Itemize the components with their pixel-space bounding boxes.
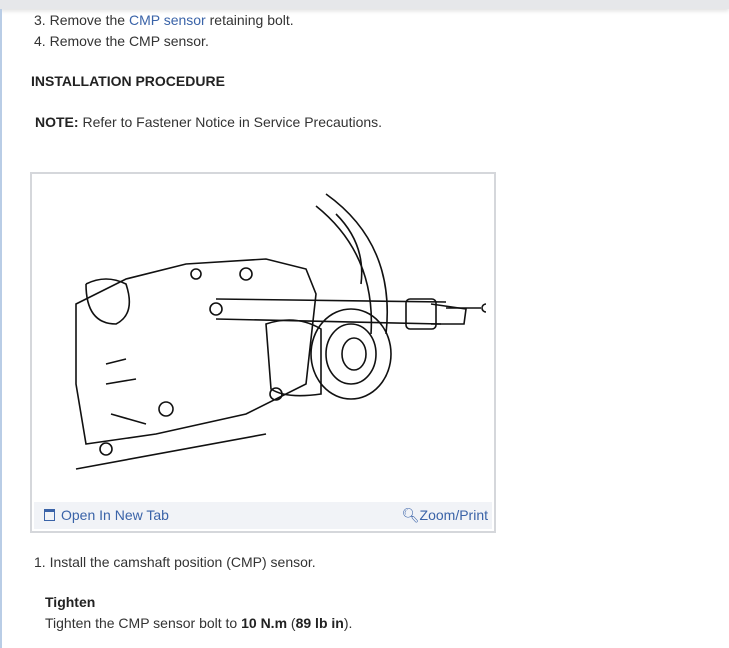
figure-cmp-sensor: Open In New Tab 🔍︎Zoom/Print <box>30 172 496 533</box>
step-4: 4. Remove the CMP sensor. <box>34 33 209 49</box>
left-border <box>0 9 2 648</box>
step-3: 3. Remove the CMP sensor retaining bolt. <box>34 12 294 28</box>
section-heading: INSTALLATION PROCEDURE <box>31 73 225 89</box>
tighten-spec: Tighten the CMP sensor bolt to 10 N.m (8… <box>45 615 353 631</box>
install-step-1: 1. Install the camshaft position (CMP) s… <box>34 554 316 570</box>
figure-footer: Open In New Tab 🔍︎Zoom/Print <box>34 502 492 529</box>
engine-diagram-image <box>75 193 486 470</box>
tighten-heading: Tighten <box>45 594 96 610</box>
note: NOTE: Refer to Fastener Notice in Servic… <box>35 114 383 130</box>
top-toolbar-edge <box>0 0 729 9</box>
zoom-print-button[interactable]: 🔍︎Zoom/Print <box>402 507 488 524</box>
open-new-tab-icon <box>44 509 55 521</box>
cmp-sensor-link[interactable]: CMP sensor <box>129 12 206 28</box>
zoom-in-icon: 🔍︎ <box>401 507 420 523</box>
open-new-tab-button[interactable]: Open In New Tab <box>44 507 169 523</box>
